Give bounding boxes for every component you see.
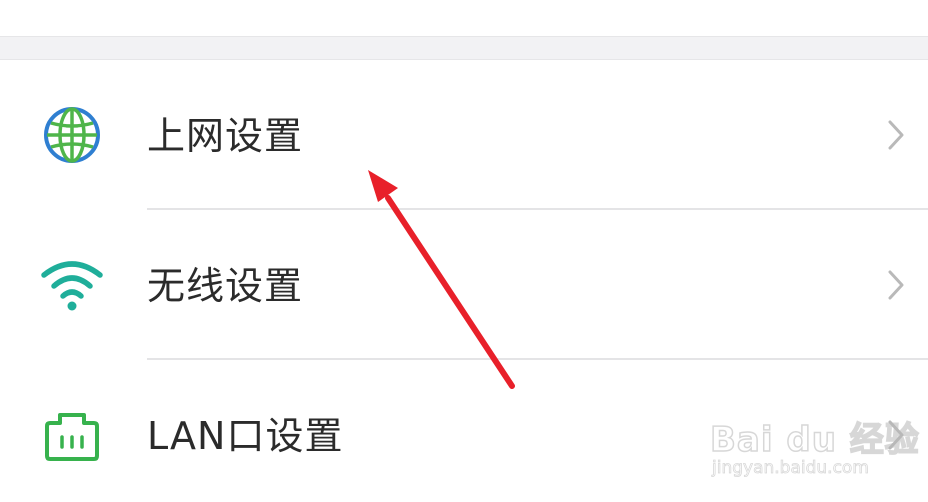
menu-item-lan-settings[interactable]: LAN口设置	[0, 360, 928, 502]
lan-port-icon	[40, 407, 104, 463]
chevron-right-icon	[886, 118, 906, 152]
menu-item-label: 上网设置	[147, 114, 304, 158]
menu-item-label: LAN口设置	[147, 414, 344, 458]
settings-page: 上网设置 无线设置 LAN口设置 Bai du 经验 jingyan.baidu…	[0, 0, 928, 502]
menu-item-label: 无线设置	[147, 264, 304, 308]
globe-icon	[40, 107, 104, 163]
menu-item-wireless-settings[interactable]: 无线设置	[0, 210, 928, 360]
menu-item-internet-settings[interactable]: 上网设置	[0, 60, 928, 210]
section-separator	[0, 36, 928, 60]
chevron-right-icon	[886, 268, 906, 302]
settings-menu-list: 上网设置 无线设置 LAN口设置	[0, 60, 928, 502]
wifi-icon	[40, 257, 104, 313]
top-card	[0, 0, 928, 36]
chevron-right-icon	[886, 418, 906, 452]
